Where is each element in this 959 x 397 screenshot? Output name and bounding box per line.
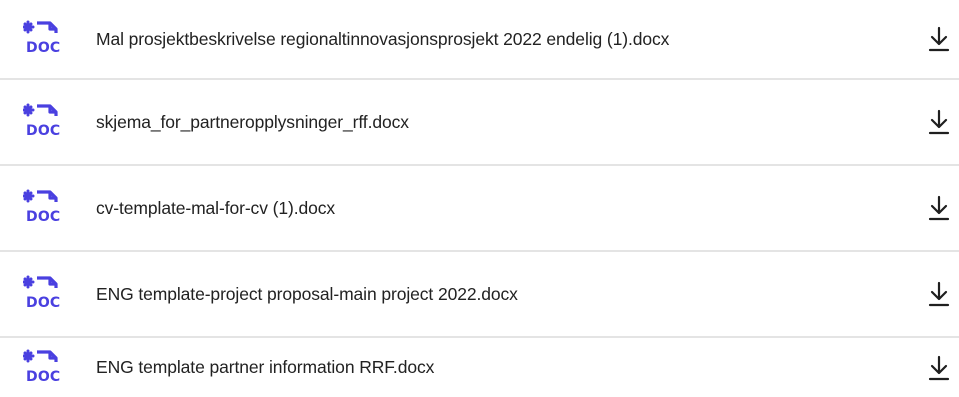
attachment-row: DOC cv-template-mal-for-cv (1).docx bbox=[0, 166, 959, 252]
doc-file-icon: DOC bbox=[23, 102, 67, 142]
attachment-list: DOC Mal prosjektbeskrivelse regionaltinn… bbox=[0, 0, 959, 397]
attachment-link[interactable]: Mal prosjektbeskrivelse regionaltinnovas… bbox=[96, 29, 669, 50]
doc-file-icon: DOC bbox=[23, 348, 67, 388]
attachment-row: DOC ENG template partner information RRF… bbox=[0, 338, 959, 397]
download-icon[interactable] bbox=[926, 353, 952, 383]
doc-badge: DOC bbox=[26, 40, 60, 56]
attachment-link[interactable]: ENG template-project proposal-main proje… bbox=[96, 284, 518, 305]
download-icon[interactable] bbox=[926, 24, 952, 54]
download-icon[interactable] bbox=[926, 193, 952, 223]
attachment-row: DOC Mal prosjektbeskrivelse regionaltinn… bbox=[0, 0, 959, 80]
attachment-link[interactable]: ENG template partner information RRF.doc… bbox=[96, 357, 434, 378]
doc-badge: DOC bbox=[26, 295, 60, 311]
attachment-link[interactable]: cv-template-mal-for-cv (1).docx bbox=[96, 198, 335, 219]
attachment-row: DOC skjema_for_partneropplysninger_rff.d… bbox=[0, 80, 959, 166]
doc-file-icon: DOC bbox=[23, 274, 67, 314]
doc-file-icon: DOC bbox=[23, 188, 67, 228]
doc-file-icon: DOC bbox=[23, 19, 67, 59]
download-icon[interactable] bbox=[926, 107, 952, 137]
download-icon[interactable] bbox=[926, 279, 952, 309]
doc-badge: DOC bbox=[26, 209, 60, 225]
attachment-link[interactable]: skjema_for_partneropplysninger_rff.docx bbox=[96, 112, 409, 133]
doc-badge: DOC bbox=[26, 123, 60, 139]
doc-badge: DOC bbox=[26, 369, 60, 385]
attachment-row: DOC ENG template-project proposal-main p… bbox=[0, 252, 959, 338]
